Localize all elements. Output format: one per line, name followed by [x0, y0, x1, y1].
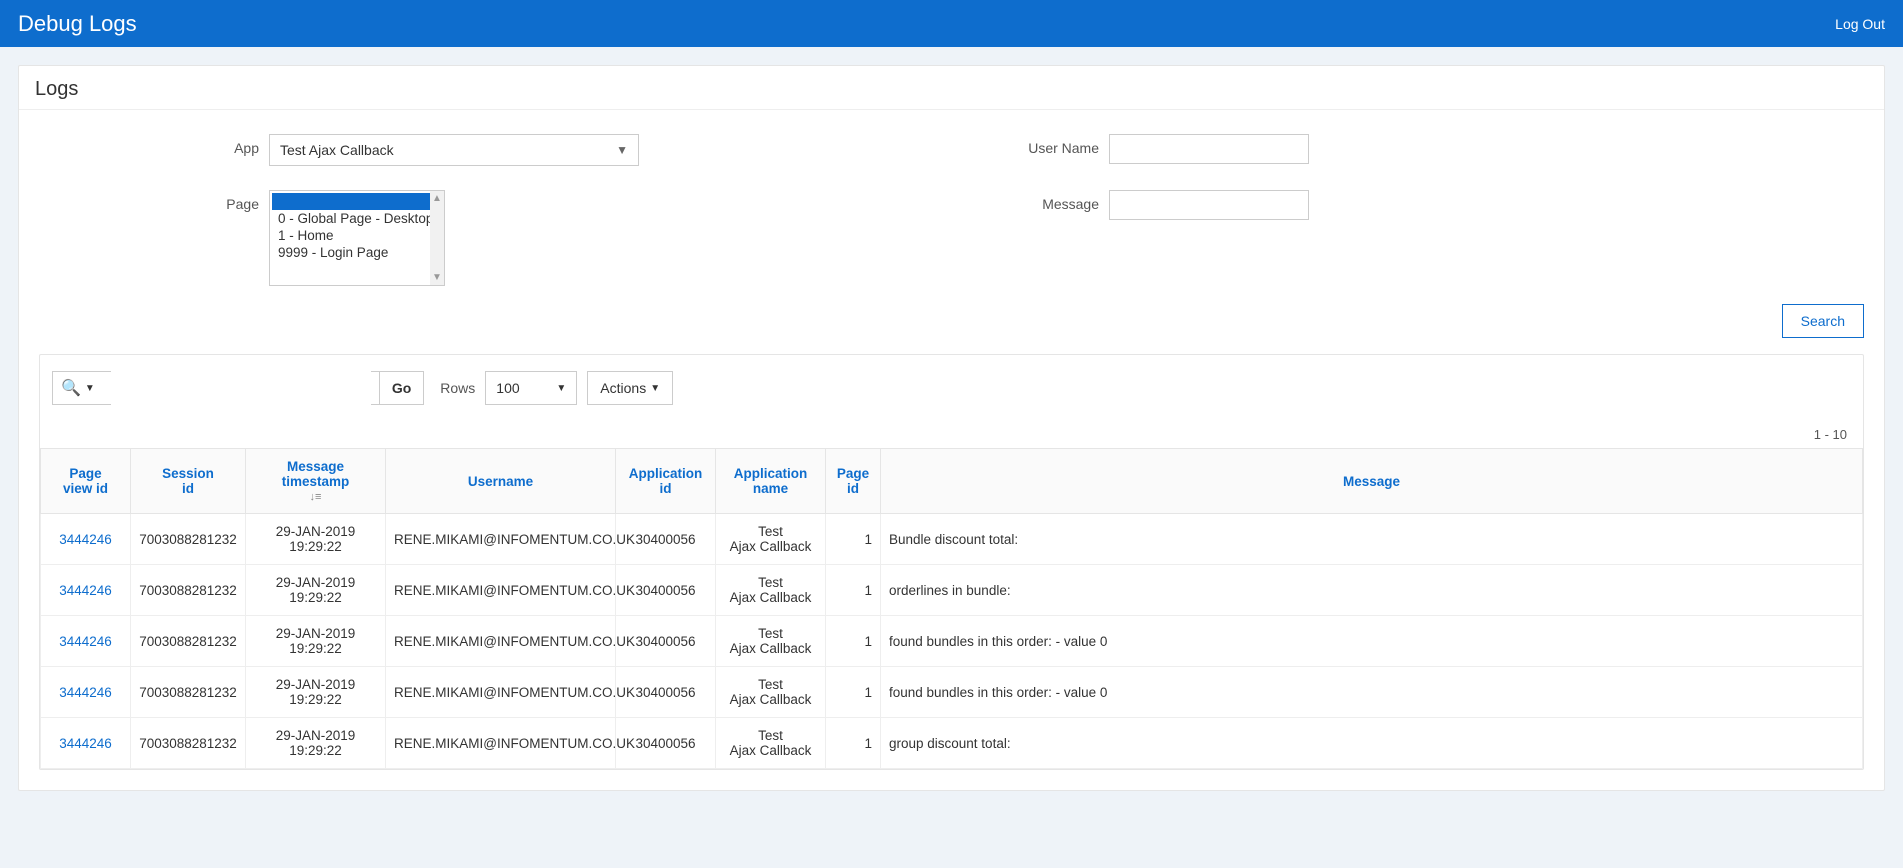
- message-label: Message: [999, 190, 1099, 286]
- table-cell: 3444246: [41, 718, 131, 769]
- report-region: 🔍 ▼ Go Rows 100 ▼ Actions ▼: [39, 354, 1864, 770]
- table-cell: 7003088281232: [131, 616, 246, 667]
- page-label: Page: [39, 190, 259, 286]
- report-toolbar: 🔍 ▼ Go Rows 100 ▼ Actions ▼: [40, 355, 1863, 421]
- go-button[interactable]: Go: [379, 371, 424, 405]
- scroll-up-icon[interactable]: ▲: [432, 193, 442, 204]
- rows-select-value: 100: [496, 380, 519, 396]
- table-cell: 3444246: [41, 667, 131, 718]
- logout-link[interactable]: Log Out: [1835, 16, 1885, 32]
- table-cell: TestAjax Callback: [716, 565, 826, 616]
- report-search-input-wrap: [103, 371, 379, 405]
- page-wrap: Logs App Test Ajax Callback ▼ User Name …: [0, 47, 1903, 809]
- chevron-down-icon: ▼: [650, 383, 660, 394]
- table-cell: TestAjax Callback: [716, 667, 826, 718]
- table-cell: found bundles in this order: - value 0: [881, 616, 1863, 667]
- table-cell: 3444246: [41, 514, 131, 565]
- table-header-row: Pageview idSessionidMessagetimestamp↓≡Us…: [41, 449, 1863, 514]
- table-row: 3444246 700308828123229-JAN-201919:29:22R…: [41, 565, 1863, 616]
- username-input[interactable]: [1109, 134, 1309, 164]
- page-option[interactable]: 9999 - Login Page: [272, 244, 442, 261]
- table-cell: 7003088281232: [131, 514, 246, 565]
- listbox-scrollbar[interactable]: ▲ ▼: [430, 191, 444, 285]
- rows-select[interactable]: 100 ▼: [485, 371, 577, 405]
- column-header[interactable]: Sessionid: [131, 449, 246, 514]
- column-search-menu[interactable]: 🔍 ▼: [52, 371, 103, 405]
- table-cell: RENE.MIKAMI@INFOMENTUM.CO.UK: [386, 718, 616, 769]
- page-option[interactable]: [272, 193, 442, 210]
- page-view-id-link[interactable]: 3444246: [59, 634, 112, 649]
- page-view-id-link[interactable]: 3444246: [59, 583, 112, 598]
- search-icon: 🔍: [61, 378, 81, 398]
- table-row: 3444246 700308828123229-JAN-201919:29:22R…: [41, 667, 1863, 718]
- table-row: 3444246 700308828123229-JAN-201919:29:22R…: [41, 718, 1863, 769]
- username-label: User Name: [999, 134, 1099, 166]
- column-header[interactable]: Message: [881, 449, 1863, 514]
- report-search-input[interactable]: [111, 371, 371, 405]
- table-row: 3444246 700308828123229-JAN-201919:29:22R…: [41, 514, 1863, 565]
- chevron-down-icon: ▼: [556, 383, 566, 394]
- table-cell: 1: [826, 514, 881, 565]
- table-cell: 1: [826, 616, 881, 667]
- table-cell: group discount total:: [881, 718, 1863, 769]
- search-button[interactable]: Search: [1782, 304, 1864, 338]
- filter-region: App Test Ajax Callback ▼ User Name Page …: [19, 110, 1884, 296]
- table-cell: 1: [826, 565, 881, 616]
- table-cell: 7003088281232: [131, 667, 246, 718]
- column-header[interactable]: Username: [386, 449, 616, 514]
- app-label: App: [39, 134, 259, 166]
- table-cell: 29-JAN-201919:29:22: [246, 514, 386, 565]
- table-row: 3444246 700308828123229-JAN-201919:29:22R…: [41, 616, 1863, 667]
- page-view-id-link[interactable]: 3444246: [59, 685, 112, 700]
- logs-card: Logs App Test Ajax Callback ▼ User Name …: [18, 65, 1885, 791]
- table-cell: 29-JAN-201919:29:22: [246, 565, 386, 616]
- search-button-row: Search: [19, 296, 1884, 354]
- table-cell: 1: [826, 667, 881, 718]
- table-cell: TestAjax Callback: [716, 718, 826, 769]
- table-cell: 7003088281232: [131, 565, 246, 616]
- column-header[interactable]: Pageid: [826, 449, 881, 514]
- chevron-down-icon: ▼: [85, 383, 95, 394]
- table-cell: RENE.MIKAMI@INFOMENTUM.CO.UK: [386, 667, 616, 718]
- column-header[interactable]: Pageview id: [41, 449, 131, 514]
- row-range: 1 - 10: [40, 421, 1863, 448]
- app-select-value: Test Ajax Callback: [280, 142, 394, 158]
- rows-label: Rows: [440, 380, 475, 396]
- app-title: Debug Logs: [18, 11, 137, 37]
- sort-desc-icon: ↓≡: [254, 491, 377, 503]
- table-cell: 3444246: [41, 616, 131, 667]
- table-cell: Bundle discount total:: [881, 514, 1863, 565]
- message-input[interactable]: [1109, 190, 1309, 220]
- table-cell: RENE.MIKAMI@INFOMENTUM.CO.UK: [386, 514, 616, 565]
- logs-table: Pageview idSessionidMessagetimestamp↓≡Us…: [40, 448, 1863, 769]
- page-listbox[interactable]: 0 - Global Page - Desktop1 - Home9999 - …: [269, 190, 445, 286]
- table-cell: RENE.MIKAMI@INFOMENTUM.CO.UK: [386, 565, 616, 616]
- top-bar: Debug Logs Log Out: [0, 0, 1903, 47]
- page-view-id-link[interactable]: 3444246: [59, 532, 112, 547]
- table-cell: TestAjax Callback: [716, 616, 826, 667]
- table-cell: TestAjax Callback: [716, 514, 826, 565]
- table-cell: 29-JAN-201919:29:22: [246, 616, 386, 667]
- column-header[interactable]: Messagetimestamp↓≡: [246, 449, 386, 514]
- app-select[interactable]: Test Ajax Callback ▼: [269, 134, 639, 166]
- table-cell: found bundles in this order: - value 0: [881, 667, 1863, 718]
- page-option[interactable]: 1 - Home: [272, 227, 442, 244]
- table-cell: 29-JAN-201919:29:22: [246, 667, 386, 718]
- section-title: Logs: [19, 66, 1884, 109]
- table-cell: 7003088281232: [131, 718, 246, 769]
- page-option[interactable]: 0 - Global Page - Desktop: [272, 210, 442, 227]
- table-cell: 29-JAN-201919:29:22: [246, 718, 386, 769]
- scroll-down-icon[interactable]: ▼: [432, 272, 442, 283]
- table-cell: RENE.MIKAMI@INFOMENTUM.CO.UK: [386, 616, 616, 667]
- chevron-down-icon: ▼: [616, 143, 628, 157]
- table-cell: 1: [826, 718, 881, 769]
- actions-label: Actions: [600, 380, 646, 396]
- page-view-id-link[interactable]: 3444246: [59, 736, 112, 751]
- column-header[interactable]: Applicationname: [716, 449, 826, 514]
- table-cell: 3444246: [41, 565, 131, 616]
- table-body: 3444246700308828123229-JAN-201919:29:22R…: [41, 514, 1863, 769]
- actions-menu[interactable]: Actions ▼: [587, 371, 673, 405]
- column-header[interactable]: Applicationid: [616, 449, 716, 514]
- table-cell: orderlines in bundle:: [881, 565, 1863, 616]
